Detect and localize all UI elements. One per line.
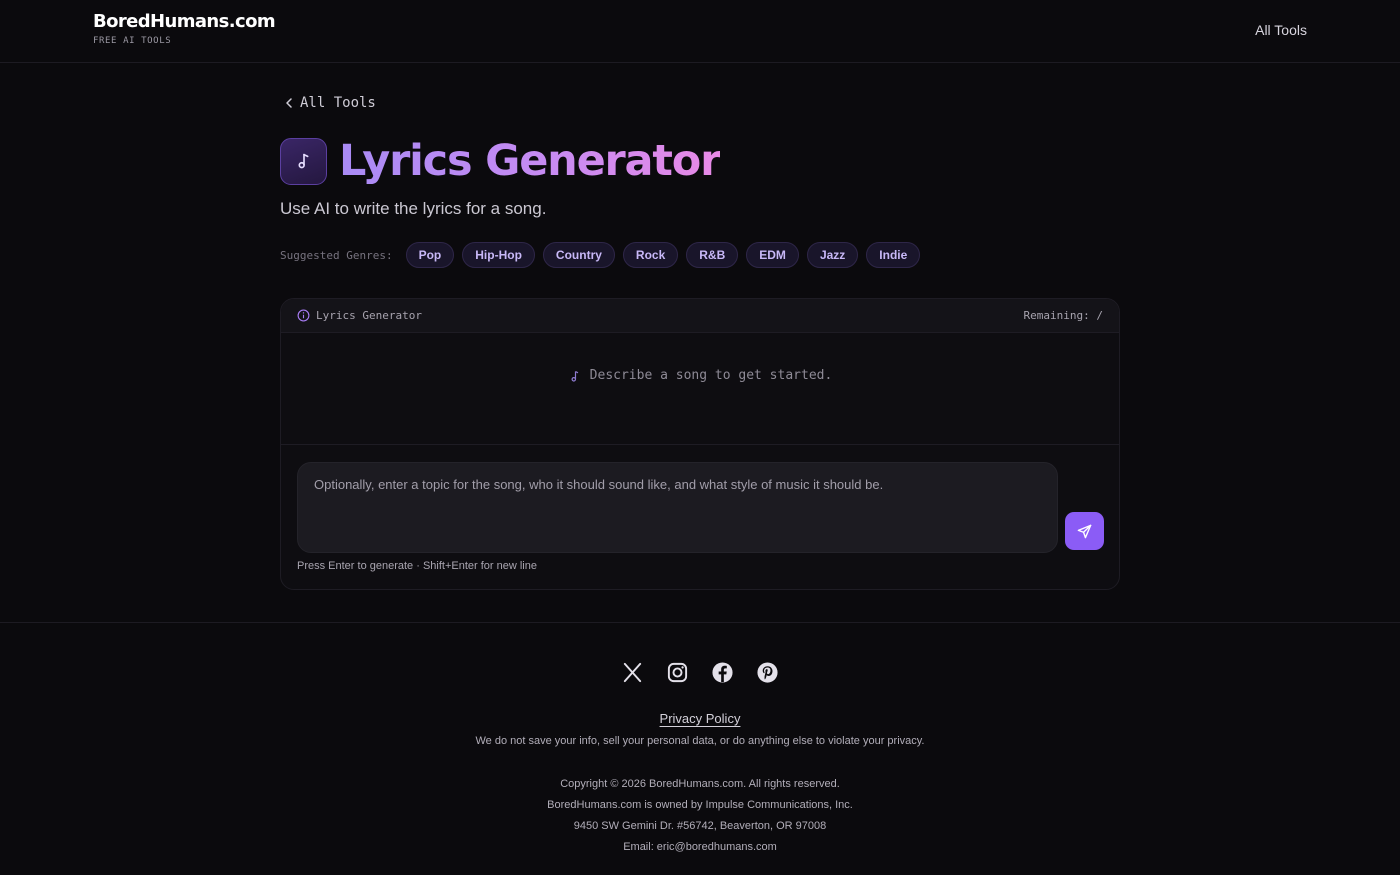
genre-chip-rock[interactable]: Rock	[622, 242, 679, 268]
pinterest-icon[interactable]	[756, 661, 779, 684]
chevron-left-icon	[286, 98, 292, 108]
genre-chip-jazz[interactable]: Jazz	[806, 242, 859, 268]
info-icon	[297, 309, 310, 322]
address-text: 9450 SW Gemini Dr. #56742, Beaverton, OR…	[573, 820, 827, 832]
song-prompt-input[interactable]	[298, 463, 1057, 552]
brand[interactable]: BoredHumans.com FREE AI TOOLS	[93, 11, 276, 46]
genre-chip-edm[interactable]: EDM	[746, 242, 799, 268]
generator-panel: Lyrics Generator Remaining: / Describe a…	[280, 298, 1120, 590]
nav-all-tools-link[interactable]: All Tools	[1255, 22, 1307, 38]
instagram-icon[interactable]	[666, 661, 689, 684]
lyrics-output: Describe a song to get started.	[281, 333, 1119, 445]
back-link-label[interactable]: All Tools	[300, 95, 376, 111]
genre-chip-country[interactable]: Country	[542, 242, 615, 268]
page-title: Lyrics Generator	[339, 136, 721, 186]
site-header: BoredHumans.com FREE AI TOOLS All Tools	[0, 0, 1400, 63]
ownership-text: BoredHumans.com is owned by Impulse Comm…	[547, 799, 853, 811]
send-icon	[1077, 524, 1092, 538]
prompt-composer	[297, 462, 1058, 553]
remaining-counter: Remaining: /	[1023, 309, 1103, 322]
social-links	[621, 661, 779, 684]
copyright-text: Copyright © 2026 BoredHumans.com. All ri…	[560, 778, 840, 790]
brand-tagline: FREE AI TOOLS	[93, 36, 172, 46]
generate-send-button[interactable]	[1065, 512, 1104, 550]
x-icon[interactable]	[621, 661, 644, 684]
privacy-note: We do not save your info, sell your pers…	[475, 735, 925, 747]
genre-chip-rnb[interactable]: R&B	[686, 242, 739, 268]
footer-info: Copyright © 2026 BoredHumans.com. All ri…	[0, 774, 1400, 858]
page-subtitle: Use AI to write the lyrics for a song.	[280, 199, 547, 218]
facebook-icon[interactable]	[711, 661, 734, 684]
email-text[interactable]: Email: eric@boredhumans.com	[0, 837, 1400, 858]
privacy-policy-link[interactable]: Privacy Policy	[660, 711, 741, 726]
keyboard-hint: Press Enter to generate · Shift+Enter fo…	[297, 560, 537, 572]
genre-chip-indie[interactable]: Indie	[866, 242, 921, 268]
music-note-icon	[280, 137, 327, 185]
genres-label: Suggested Genres:	[280, 248, 393, 262]
brand-name[interactable]: BoredHumans.com	[93, 11, 276, 32]
empty-state-text: Describe a song to get started.	[589, 368, 833, 383]
suggested-genres: Suggested Genres: Pop Hip-Hop Country Ro…	[280, 242, 921, 268]
genre-chip-pop[interactable]: Pop	[405, 242, 455, 268]
music-note-icon	[571, 370, 578, 382]
back-to-all-tools-link[interactable]: All Tools	[284, 95, 376, 111]
panel-title: Lyrics Generator	[316, 309, 422, 322]
panel-header: Lyrics Generator Remaining: /	[281, 299, 1119, 333]
genre-chip-hip-hop[interactable]: Hip-Hop	[462, 242, 535, 268]
site-footer: Privacy Policy We do not save your info,…	[0, 622, 1400, 875]
title-row: Lyrics Generator	[280, 136, 721, 186]
